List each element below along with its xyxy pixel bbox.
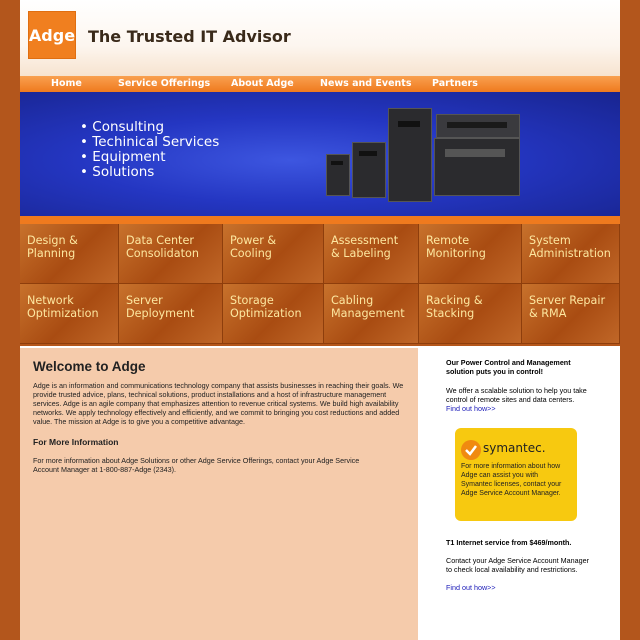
more-info-heading: For More Information xyxy=(33,437,119,447)
tile-power-cooling[interactable]: Power & Cooling xyxy=(223,224,324,284)
banner-bullet: • Equipment xyxy=(80,149,166,165)
welcome-title: Welcome to Adge xyxy=(33,359,146,374)
tile-data-center-consolidation[interactable]: Data Center Consolidaton xyxy=(119,224,223,284)
find-out-how-link-2[interactable]: Find out how>> xyxy=(446,583,496,592)
t1-text: Contact your Adge Service Account Manage… xyxy=(446,556,590,574)
nav-partners[interactable]: Partners xyxy=(432,78,478,89)
power-promo-text: We offer a scalable solution to help you… xyxy=(446,386,587,404)
t1-heading: T1 Internet service from $469/month. xyxy=(446,538,572,547)
main-nav: Home Service Offerings About Adge News a… xyxy=(20,76,620,92)
main-content: Welcome to Adge Adge is an information a… xyxy=(20,348,620,640)
orange-divider xyxy=(20,216,620,224)
symantec-logo: symantec. xyxy=(483,441,546,455)
symantec-text: For more information about how Adge can … xyxy=(461,463,562,497)
symantec-promo[interactable]: symantec. For more information about how… xyxy=(455,428,577,521)
service-grid: Design & Planning Data Center Consolidat… xyxy=(20,224,620,346)
tile-assessment-labeling[interactable]: Assessment & Labeling xyxy=(324,224,419,284)
banner-bullet: • Techinical Services xyxy=(80,134,220,150)
welcome-paragraph: Adge is an information and communication… xyxy=(33,381,404,426)
tile-network-optimization[interactable]: Network Optimization xyxy=(20,284,119,344)
tile-system-administration[interactable]: System Administration xyxy=(522,224,620,284)
page: Adge The Trusted IT Advisor Home Service… xyxy=(20,0,620,640)
site-header: Adge The Trusted IT Advisor xyxy=(20,0,620,76)
nav-home[interactable]: Home xyxy=(51,78,82,89)
banner-bullet: • Solutions xyxy=(80,164,155,180)
symantec-check-icon xyxy=(461,440,481,460)
banner-bullet-list: • Consulting • Techinical Services • Equ… xyxy=(80,120,219,180)
find-out-how-link[interactable]: Find out how>> xyxy=(446,404,496,413)
banner-bullet: • Consulting xyxy=(80,119,165,135)
welcome-panel: Welcome to Adge Adge is an information a… xyxy=(20,348,418,640)
hero-banner: • Consulting • Techinical Services • Equ… xyxy=(20,92,620,216)
nav-news-and-events[interactable]: News and Events xyxy=(320,78,412,89)
nav-service-offerings[interactable]: Service Offerings xyxy=(118,78,210,89)
tile-server-repair-rma[interactable]: Server Repair & RMA xyxy=(522,284,620,344)
tile-remote-monitoring[interactable]: Remote Monitoring xyxy=(419,224,522,284)
tile-cabling-management[interactable]: Cabling Management xyxy=(324,284,419,344)
tile-storage-optimization[interactable]: Storage Optimization xyxy=(223,284,324,344)
tile-design-planning[interactable]: Design & Planning xyxy=(20,224,119,284)
adge-logo[interactable]: Adge xyxy=(28,11,76,59)
tile-server-deployment[interactable]: Server Deployment xyxy=(119,284,223,344)
site-tagline: The Trusted IT Advisor xyxy=(88,27,291,46)
more-info-paragraph: For more information about Adge Solution… xyxy=(33,456,360,474)
tile-racking-stacking[interactable]: Racking & Stacking xyxy=(419,284,522,344)
power-promo-heading: Our Power Control and Management solutio… xyxy=(446,358,571,376)
nav-about-adge[interactable]: About Adge xyxy=(231,78,294,89)
